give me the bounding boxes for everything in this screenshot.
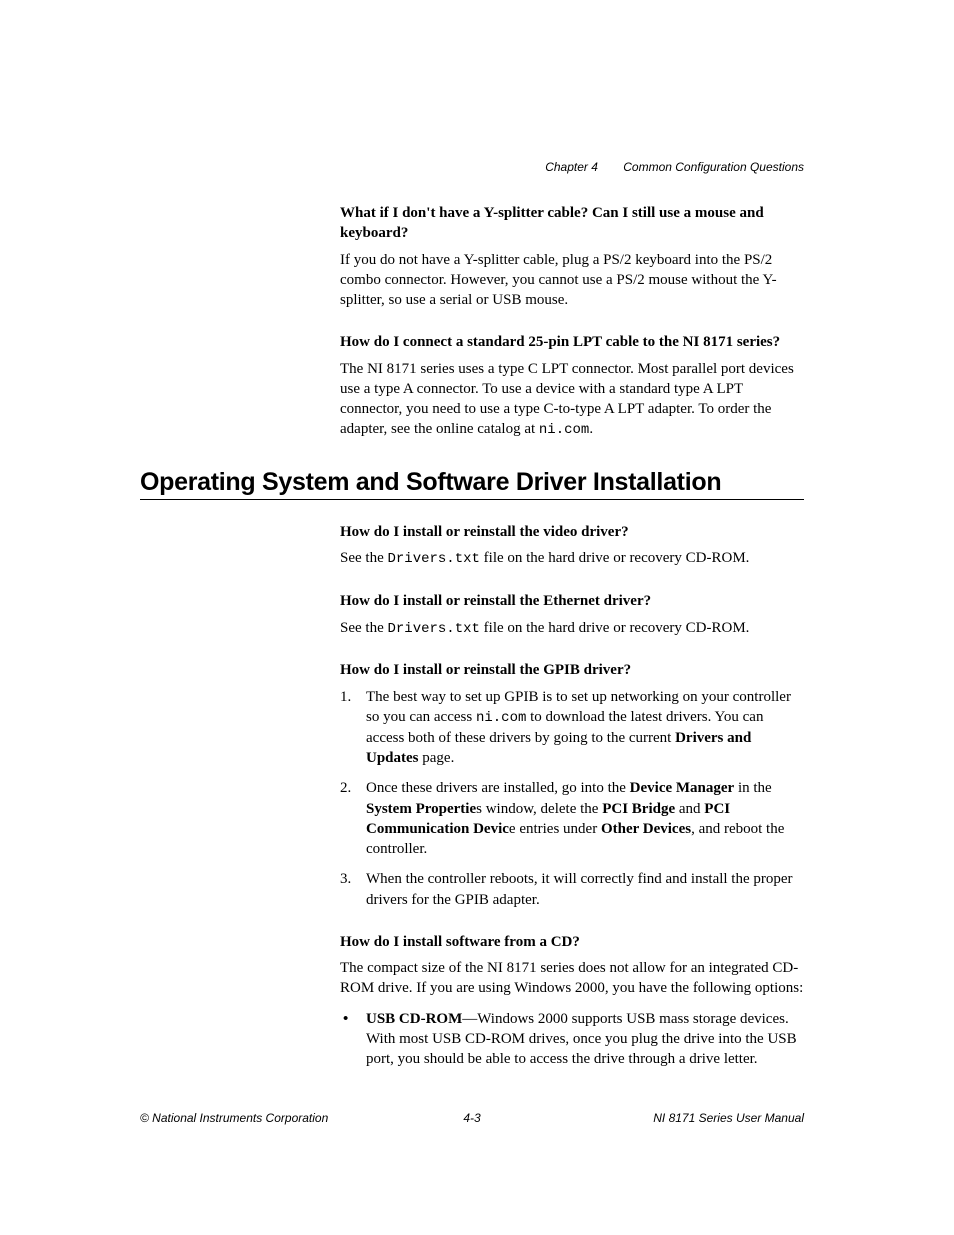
page-body: What if I don't have a Y-splitter cable?…: [0, 0, 954, 1069]
question-y-splitter: What if I don't have a Y-splitter cable?…: [340, 203, 804, 244]
question-ethernet-driver: How do I install or reinstall the Ethern…: [340, 591, 804, 611]
cd-option-usb: USB CD-ROM—Windows 2000 supports USB mas…: [340, 1009, 804, 1070]
answer-video-driver: See the Drivers.txt file on the hard dri…: [340, 548, 804, 569]
code-ni-com: ni.com: [539, 422, 589, 438]
gpib-step-2: Once these drivers are installed, go int…: [340, 778, 804, 859]
cd-options-list: USB CD-ROM—Windows 2000 supports USB mas…: [340, 1009, 804, 1070]
running-header: Chapter 4 Common Configuration Questions: [545, 160, 804, 174]
answer-y-splitter: If you do not have a Y-splitter cable, p…: [340, 250, 804, 311]
gpib-steps-list: The best way to set up GPIB is to set up…: [340, 687, 804, 910]
answer-ethernet-driver: See the Drivers.txt file on the hard dri…: [340, 618, 804, 639]
question-lpt-cable: How do I connect a standard 25-pin LPT c…: [340, 332, 804, 352]
gpib-step-1: The best way to set up GPIB is to set up…: [340, 687, 804, 769]
question-install-cd: How do I install software from a CD?: [340, 932, 804, 952]
question-video-driver: How do I install or reinstall the video …: [340, 522, 804, 542]
question-gpib-driver: How do I install or reinstall the GPIB d…: [340, 660, 804, 680]
answer-install-cd: The compact size of the NI 8171 series d…: [340, 958, 804, 999]
content-column: What if I don't have a Y-splitter cable?…: [340, 203, 804, 1069]
code-drivers-txt: Drivers.txt: [387, 551, 479, 567]
footer-page-number: 4-3: [140, 1111, 804, 1125]
answer-lpt-cable: The NI 8171 series uses a type C LPT con…: [340, 359, 804, 441]
code-drivers-txt: Drivers.txt: [387, 621, 479, 637]
chapter-label: Chapter 4: [545, 160, 598, 174]
chapter-title: Common Configuration Questions: [623, 160, 804, 174]
section-heading-os-driver: Operating System and Software Driver Ins…: [140, 468, 804, 500]
gpib-step-3: When the controller reboots, it will cor…: [340, 869, 804, 910]
page-footer: © National Instruments Corporation 4-3 N…: [140, 1111, 804, 1125]
